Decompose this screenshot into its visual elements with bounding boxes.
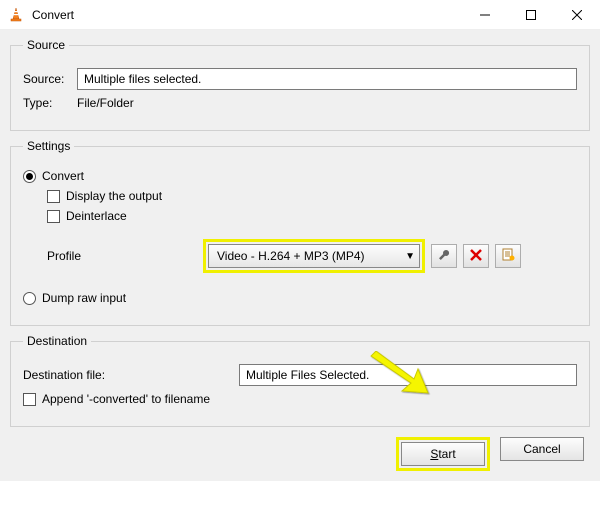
settings-group: Settings Convert Display the output Dein… — [10, 139, 590, 326]
new-document-icon — [502, 248, 515, 264]
radio-dot-icon — [23, 292, 36, 305]
dump-raw-label: Dump raw input — [42, 291, 126, 305]
start-button-mnemonic: S — [430, 447, 438, 461]
chevron-down-icon: ▼ — [405, 251, 415, 262]
maximize-button[interactable] — [508, 0, 554, 30]
new-profile-button[interactable] — [495, 244, 521, 268]
wrench-icon — [437, 248, 451, 265]
checkbox-icon — [47, 210, 60, 223]
type-value: File/Folder — [77, 96, 134, 110]
source-legend: Source — [23, 38, 69, 52]
vlc-cone-icon — [8, 7, 24, 23]
destination-group: Destination Destination file: Append '-c… — [10, 334, 590, 427]
annotation-highlight-start: Start — [396, 437, 490, 471]
destination-legend: Destination — [23, 334, 91, 348]
settings-legend: Settings — [23, 139, 74, 153]
cancel-button-label: Cancel — [523, 442, 560, 456]
radio-dot-icon — [23, 170, 36, 183]
dump-raw-radio[interactable]: Dump raw input — [23, 291, 577, 305]
append-converted-label: Append '-converted' to filename — [42, 392, 210, 406]
display-output-label: Display the output — [66, 189, 162, 203]
checkbox-icon — [23, 393, 36, 406]
source-input[interactable] — [77, 68, 577, 90]
deinterlace-checkbox[interactable]: Deinterlace — [47, 209, 577, 223]
profile-label: Profile — [47, 249, 197, 263]
type-label: Type: — [23, 96, 69, 110]
annotation-highlight-profile: Video - H.264 + MP3 (MP4) ▼ — [203, 239, 425, 273]
cancel-button[interactable]: Cancel — [500, 437, 584, 461]
deinterlace-label: Deinterlace — [66, 209, 127, 223]
profile-dropdown-value: Video - H.264 + MP3 (MP4) — [217, 249, 405, 263]
profile-dropdown[interactable]: Video - H.264 + MP3 (MP4) ▼ — [208, 244, 420, 268]
window-title: Convert — [32, 8, 74, 22]
delete-x-icon — [470, 249, 482, 264]
destination-file-label: Destination file: — [23, 368, 143, 382]
checkbox-icon — [47, 190, 60, 203]
dialog-body: Source Source: Type: File/Folder Setting… — [0, 30, 600, 481]
convert-radio-label: Convert — [42, 169, 84, 183]
start-button-rest: tart — [438, 447, 455, 461]
minimize-button[interactable] — [462, 0, 508, 30]
destination-file-input[interactable] — [239, 364, 577, 386]
titlebar: Convert — [0, 0, 600, 30]
display-output-checkbox[interactable]: Display the output — [47, 189, 577, 203]
convert-radio[interactable]: Convert — [23, 169, 577, 183]
start-button[interactable]: Start — [401, 442, 485, 466]
close-button[interactable] — [554, 0, 600, 30]
delete-profile-button[interactable] — [463, 244, 489, 268]
source-group: Source Source: Type: File/Folder — [10, 38, 590, 131]
source-label: Source: — [23, 72, 69, 86]
append-converted-checkbox[interactable]: Append '-converted' to filename — [23, 392, 577, 406]
edit-profile-button[interactable] — [431, 244, 457, 268]
